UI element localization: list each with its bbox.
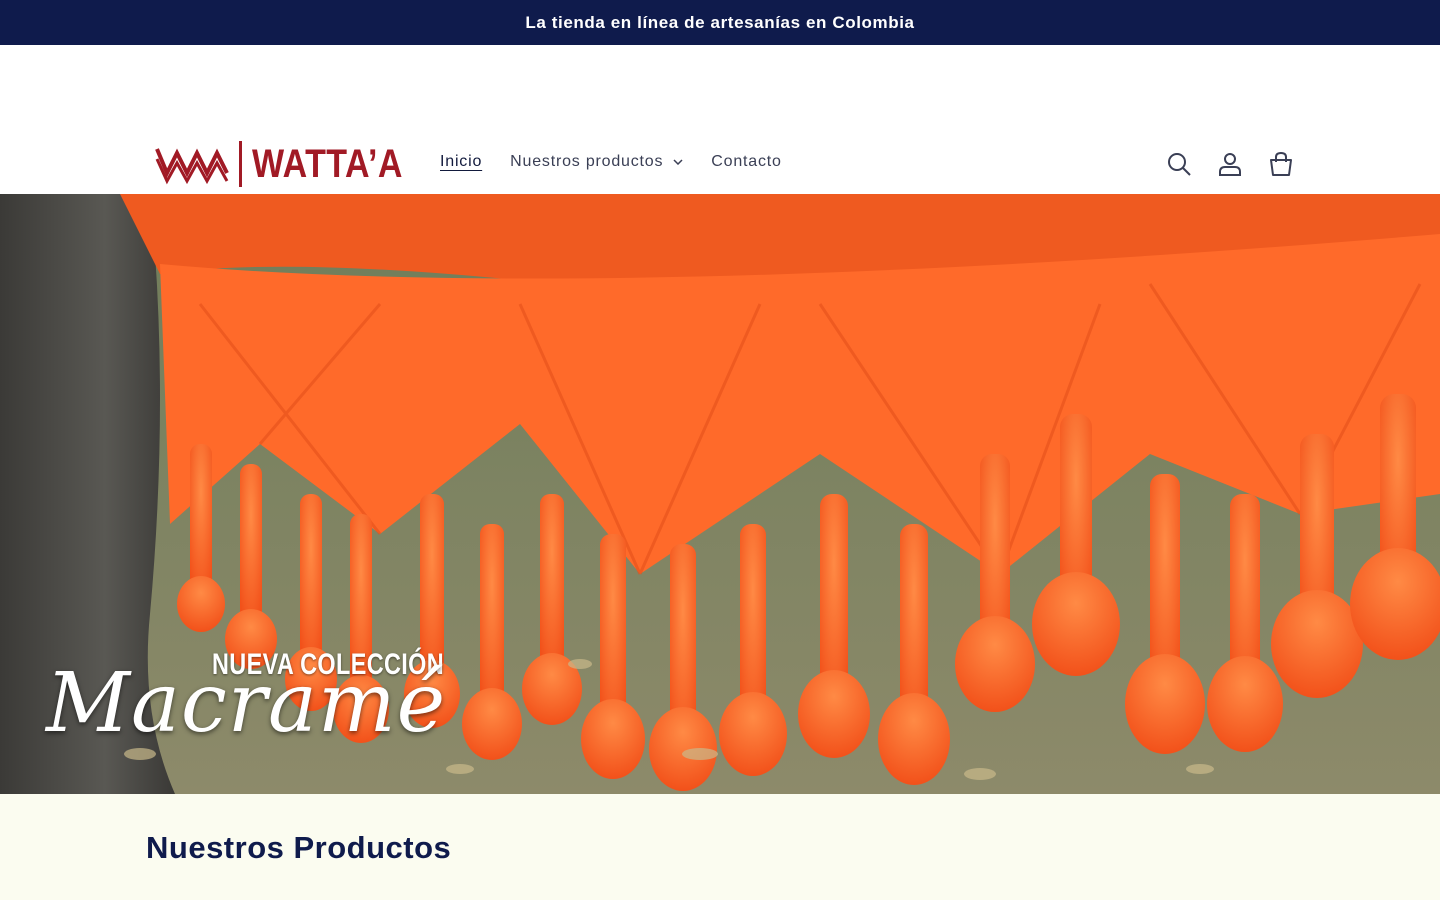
nav-item-label: Nuestros productos [510,153,664,170]
site-header: WATTA’A Inicio Nuestros productos Contac… [0,45,1440,195]
account-button[interactable] [1214,148,1246,180]
search-icon [1168,153,1191,176]
nav-item-contacto[interactable]: Contacto [711,153,781,171]
announcement-bar: La tienda en línea de artesanías en Colo… [0,0,1440,45]
woven-zigzag-logo-icon [155,148,229,185]
nav-item-nuestros-productos[interactable]: Nuestros productos [510,153,683,171]
section-title: Nuestros Productos [146,830,452,865]
products-section: Nuestros Productos [0,794,1440,900]
account-icon [1219,153,1241,176]
search-button[interactable] [1163,148,1195,180]
header-icons [1144,148,1297,180]
brand-logo-link[interactable]: WATTA’A [155,141,430,187]
main-nav: Inicio Nuestros productos Contacto [440,153,810,171]
chevron-down-icon [673,159,683,165]
announcement-text: La tienda en línea de artesanías en Colo… [525,12,915,32]
cart-button[interactable] [1265,148,1297,180]
logo-divider [239,141,242,187]
brand-name: WATTA’A [252,141,403,186]
nav-item-inicio[interactable]: Inicio [440,153,482,171]
hero-title: Macramé [46,656,447,751]
hero-banner[interactable]: NUEVA COLECCIÓN Macramé [0,194,1440,794]
cart-icon [1270,151,1292,176]
